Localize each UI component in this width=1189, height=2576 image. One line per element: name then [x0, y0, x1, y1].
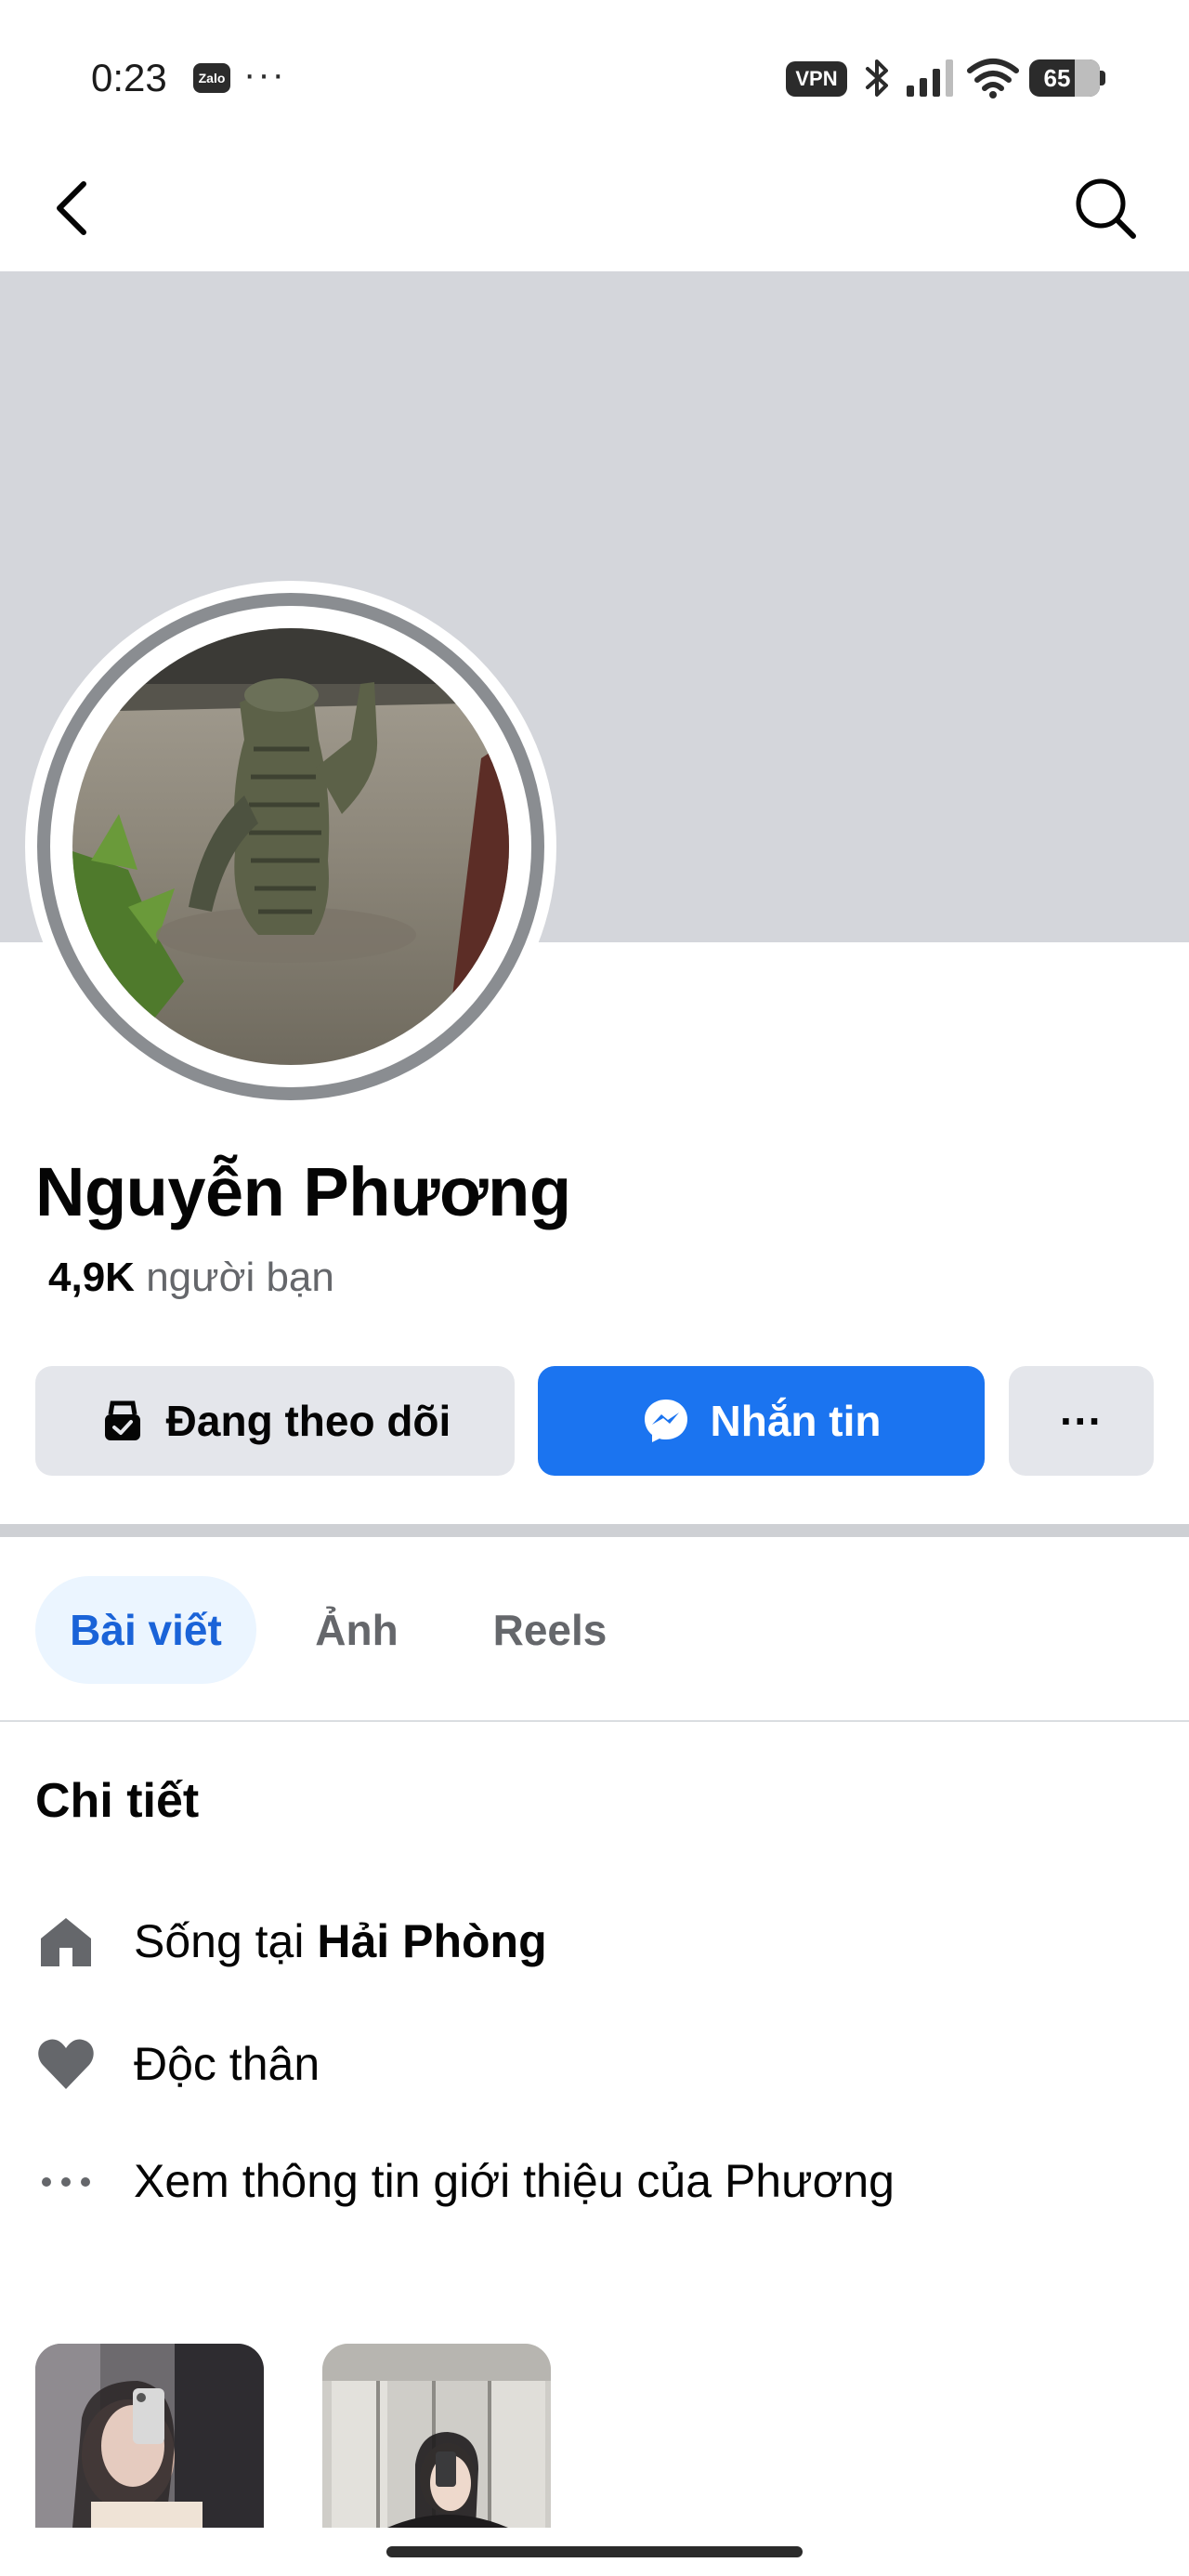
section-divider: [0, 1524, 1189, 1537]
battery-icon: 65: [1029, 59, 1100, 97]
lives-in-text: Sống tại Hải Phòng: [134, 1914, 547, 1968]
bluetooth-icon: [866, 59, 888, 97]
battery-tip: [1100, 71, 1105, 85]
status-bar: 0:23 Zalo ··· VPN 65: [0, 0, 1189, 149]
back-arrow-icon[interactable]: [39, 171, 106, 245]
battery-percent: 65: [1043, 64, 1071, 92]
friends-count: 4,9K: [48, 1255, 135, 1300]
following-icon: [104, 1400, 140, 1440]
lives-in-prefix: Sống tại: [134, 1915, 305, 1967]
status-time: 0:23: [91, 56, 167, 99]
message-label: Nhắn tin: [710, 1397, 882, 1445]
tab-reels[interactable]: Reels: [468, 1576, 632, 1684]
more-dots-icon: [42, 2177, 90, 2187]
friends-count-line[interactable]: 4,9K người bạn: [48, 1255, 334, 1301]
heart-icon: [38, 2039, 94, 2089]
featured-photo-image: [322, 2344, 551, 2528]
more-notifications-icon: ···: [243, 54, 286, 95]
message-button[interactable]: Nhắn tin: [538, 1366, 985, 1476]
tab-reels-label: Reels: [492, 1606, 608, 1654]
detail-see-about[interactable]: Xem thông tin giới thiệu của Phương: [0, 2145, 1189, 2219]
relationship-text: Độc thân: [134, 2038, 320, 2090]
tab-photos-label: Ảnh: [315, 1606, 399, 1654]
tab-photos[interactable]: Ảnh: [294, 1576, 420, 1684]
avatar[interactable]: [72, 628, 509, 1065]
detail-lives-in: Sống tại Hải Phòng: [0, 1905, 1189, 1979]
avatar-photo: [72, 628, 509, 1065]
wifi-icon: [967, 59, 1019, 99]
following-label: Đang theo dõi: [165, 1397, 451, 1445]
tab-posts-label: Bài viết: [70, 1606, 222, 1654]
detail-relationship: Độc thân: [0, 2028, 1189, 2102]
tab-posts[interactable]: Bài viết: [35, 1576, 256, 1684]
more-dots-icon: ···: [1060, 1397, 1103, 1445]
lives-in-city[interactable]: Hải Phòng: [317, 1915, 546, 1967]
featured-photo-image: [35, 2344, 264, 2528]
featured-photo[interactable]: [322, 2344, 551, 2528]
see-about-text[interactable]: Xem thông tin giới thiệu của Phương: [134, 2154, 895, 2208]
vpn-icon: VPN: [786, 61, 847, 97]
messenger-icon: [644, 1400, 687, 1442]
featured-photo[interactable]: [35, 2344, 264, 2528]
signal-icon: [907, 59, 953, 97]
home-icon: [41, 1918, 91, 1966]
friends-label: người bạn: [146, 1255, 334, 1300]
search-icon[interactable]: [1070, 173, 1141, 243]
more-options-button[interactable]: ···: [1009, 1366, 1154, 1476]
home-indicator[interactable]: [386, 2546, 803, 2557]
following-button[interactable]: Đang theo dõi: [35, 1366, 515, 1476]
details-heading: Chi tiết: [35, 1774, 200, 1828]
tabs-divider: [0, 1720, 1189, 1722]
zalo-notification-icon: Zalo: [193, 63, 230, 93]
profile-name: Nguyễn Phương: [35, 1153, 571, 1230]
